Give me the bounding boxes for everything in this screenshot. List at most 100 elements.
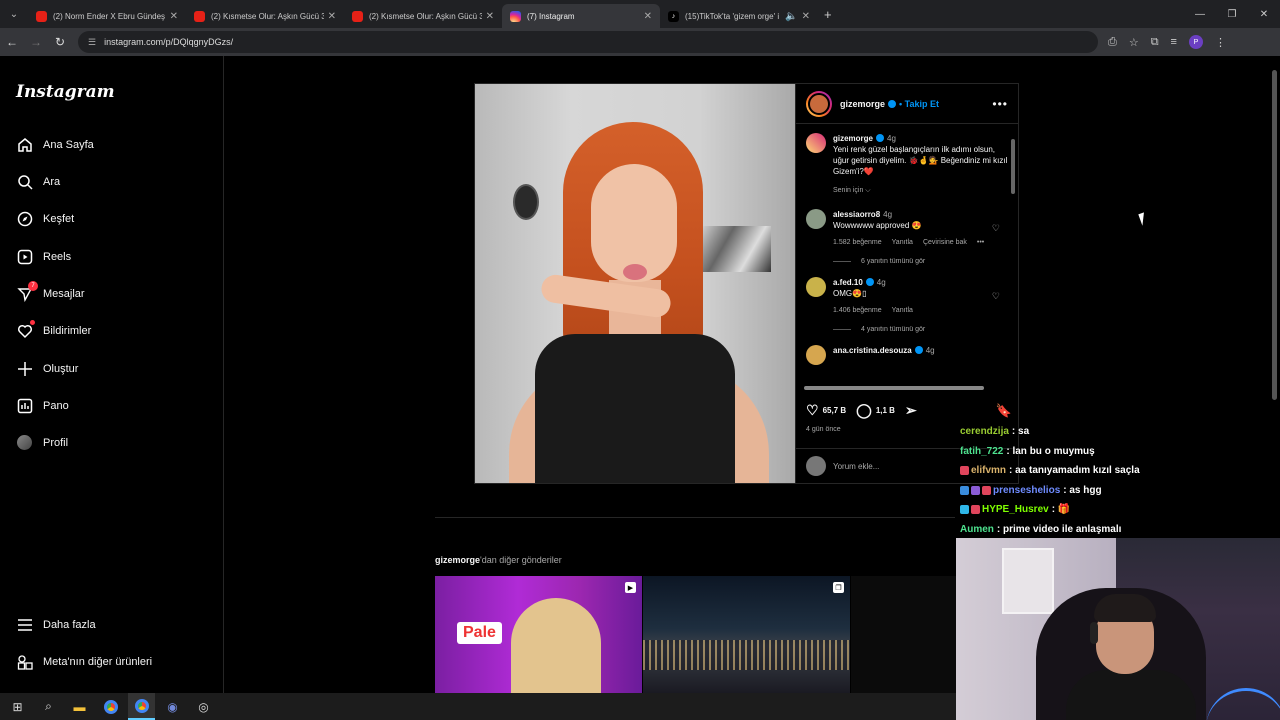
chat-username: cerendzija xyxy=(960,426,1009,438)
comment-like-icon[interactable]: ♡ xyxy=(992,291,1000,302)
chat-text: : prime video ile anlaşmalı xyxy=(996,523,1122,535)
follow-button[interactable]: • Takip Et xyxy=(899,99,939,109)
close-tab-icon[interactable]: ✕ xyxy=(328,11,336,22)
media-icon[interactable]: ≡ xyxy=(1171,36,1177,48)
chat-text: : 🎁 xyxy=(1051,504,1071,516)
mouse-cursor-icon xyxy=(1138,210,1154,226)
more-post-thumbnail[interactable]: ❐ xyxy=(643,576,850,693)
browser-menu-icon[interactable]: ⋮ xyxy=(1215,36,1226,49)
like-icon[interactable]: ♡ xyxy=(806,402,819,419)
chat-message: Aumen: prime video ile anlaşmalı xyxy=(960,520,1260,540)
minimize-icon[interactable]: — xyxy=(1184,9,1216,20)
comment-likes[interactable]: 1.582 beğenme xyxy=(833,237,882,248)
profile-avatar[interactable]: P xyxy=(1188,35,1203,49)
share-icon[interactable]: ➢ xyxy=(905,402,917,419)
reload-icon[interactable]: ↻ xyxy=(48,35,72,49)
instagram-logo[interactable]: Instagram xyxy=(16,82,115,102)
close-tab-icon[interactable]: ✕ xyxy=(170,11,178,22)
comments-horizontal-scrollbar[interactable] xyxy=(800,386,1010,391)
sidebar-item-explore[interactable]: Keşfet xyxy=(16,210,74,227)
close-window-icon[interactable]: ✕ xyxy=(1248,9,1280,20)
comments-scrollbar[interactable] xyxy=(1011,129,1016,379)
discord-icon[interactable]: ◉ xyxy=(159,693,186,720)
avatar[interactable] xyxy=(806,277,826,297)
translate-button[interactable]: Çevirisine bak xyxy=(923,237,967,248)
sidebar-item-messages[interactable]: 7 Mesajlar xyxy=(16,281,85,302)
forward-icon[interactable]: → xyxy=(24,35,48,49)
search-icon[interactable]: ⌕ xyxy=(35,693,62,720)
extensions-icon[interactable]: ⧉ xyxy=(1151,36,1159,49)
browser-tab-active[interactable]: (7) Instagram ✕ xyxy=(502,4,660,28)
sidebar-item-search[interactable]: Ara xyxy=(16,173,60,190)
sidebar-item-create[interactable]: Oluştur xyxy=(16,360,78,377)
bookmark-star-icon[interactable]: ☆ xyxy=(1129,36,1139,49)
sidebar-item-notifications[interactable]: Bildirimler xyxy=(16,320,91,339)
windows-start-icon[interactable]: ⊞ xyxy=(4,693,31,720)
avatar[interactable] xyxy=(806,209,826,229)
close-tab-icon[interactable]: ✕ xyxy=(802,11,810,22)
back-icon[interactable]: ← xyxy=(0,35,24,49)
site-info-icon[interactable]: ☰ xyxy=(88,37,96,48)
more-post-thumbnail[interactable]: Pale ▶ xyxy=(435,576,642,693)
avatar[interactable] xyxy=(806,345,826,365)
more-options-icon[interactable]: ••• xyxy=(992,97,1008,111)
sidebar-item-dashboard[interactable]: Pano xyxy=(16,397,69,414)
comment-like-icon[interactable]: ♡ xyxy=(992,223,1000,234)
browser-tab[interactable]: ♪ (15)TikTok'ta 'gizem orge' i 🔈 ✕ xyxy=(660,4,818,28)
close-tab-icon[interactable]: ✕ xyxy=(644,11,652,22)
add-comment-input[interactable]: Yorum ekle... xyxy=(833,462,879,471)
comment-username[interactable]: a.fed.10 xyxy=(833,278,863,287)
post-author-username[interactable]: gizemorge xyxy=(840,99,885,109)
caption-username[interactable]: gizemorge xyxy=(833,134,873,143)
obs-icon[interactable]: ◎ xyxy=(190,693,217,720)
browser-tab[interactable]: (2) Kısmetse Olur: Aşkın Gücü 3 ✕ xyxy=(186,4,344,28)
url-field[interactable]: ☰ instagram.com/p/DQlqgnyDGzs/ xyxy=(78,31,1098,53)
chat-text: : as hgg xyxy=(1063,484,1102,496)
mute-tab-icon[interactable]: 🔈 xyxy=(785,11,797,22)
more-post-thumbnail[interactable] xyxy=(851,576,956,693)
webcam-streamer-hair xyxy=(1094,594,1156,622)
close-tab-icon[interactable]: ✕ xyxy=(486,11,494,22)
sidebar-item-label: Keşfet xyxy=(43,212,75,225)
chrome-icon[interactable] xyxy=(97,693,124,720)
sidebar-item-more[interactable]: Daha fazla xyxy=(16,616,96,633)
post-photo[interactable] xyxy=(475,84,795,483)
sidebar-item-home[interactable]: Ana Sayfa xyxy=(16,136,94,153)
new-tab-icon[interactable]: + xyxy=(824,7,832,22)
more-posts-username[interactable]: gizemorge xyxy=(435,555,480,565)
post-author-avatar[interactable] xyxy=(806,90,832,117)
chat-message: HYPE_Husrev: 🎁 xyxy=(960,500,1260,520)
for-you-filter[interactable]: Senin için ⌵ xyxy=(833,187,1008,195)
restore-icon[interactable]: ❐ xyxy=(1216,9,1248,20)
view-replies-button[interactable]: 6 yanıtın tümünü gör xyxy=(833,258,1008,265)
install-app-icon[interactable]: ⎙ xyxy=(1108,36,1117,49)
comments-list[interactable]: gizemorge 4g Yeni renk güzel başlangıçlar… xyxy=(796,125,1018,385)
browser-tab[interactable]: (2) Kısmetse Olur: Aşkın Gücü 3 ✕ xyxy=(344,4,502,28)
comment-item: a.fed.10 4g OMG😍▯ 1.406 beğenme Yanıtla ♡ xyxy=(806,277,1008,316)
comment-icon[interactable]: ◯ xyxy=(856,402,872,419)
sidebar-item-label: Ana Sayfa xyxy=(43,138,94,151)
view-replies-button[interactable]: 4 yanıtın tümünü gör xyxy=(833,326,1008,333)
browser-tab[interactable]: (2) Norm Ender X Ebru Gündeş ✕ xyxy=(28,4,186,28)
heart-icon xyxy=(16,320,35,339)
likes-count[interactable]: 65,7 B xyxy=(823,406,847,415)
avatar[interactable] xyxy=(806,133,826,153)
comment-more-icon[interactable]: ••• xyxy=(977,237,984,248)
reply-button[interactable]: Yanıtla xyxy=(892,237,913,248)
webcam-cat-poster xyxy=(1002,548,1054,614)
save-bookmark-icon[interactable]: 🔖 xyxy=(996,403,1012,419)
sidebar-item-profile[interactable]: Profil xyxy=(16,434,68,451)
chat-message: fatih_722: lan bu o muymuş xyxy=(960,442,1260,462)
sidebar-item-reels[interactable]: Reels xyxy=(16,248,71,265)
tab-title: (2) Kısmetse Olur: Aşkın Gücü 3 xyxy=(369,11,482,21)
chrome-active-icon[interactable] xyxy=(128,693,155,720)
file-explorer-icon[interactable]: ▬ xyxy=(66,693,93,720)
tab-search-icon[interactable]: ⌄ xyxy=(0,0,28,28)
photo-black-top xyxy=(535,334,735,483)
reply-button[interactable]: Yanıtla xyxy=(892,305,913,316)
sidebar-item-meta[interactable]: Meta'nın diğer ürünleri xyxy=(16,653,152,670)
comment-username[interactable]: ana.cristina.desouza xyxy=(833,346,912,355)
comment-likes[interactable]: 1.406 beğenme xyxy=(833,305,882,316)
comment-time: 4g xyxy=(876,278,886,287)
comment-username[interactable]: alessiaorro8 xyxy=(833,210,880,219)
